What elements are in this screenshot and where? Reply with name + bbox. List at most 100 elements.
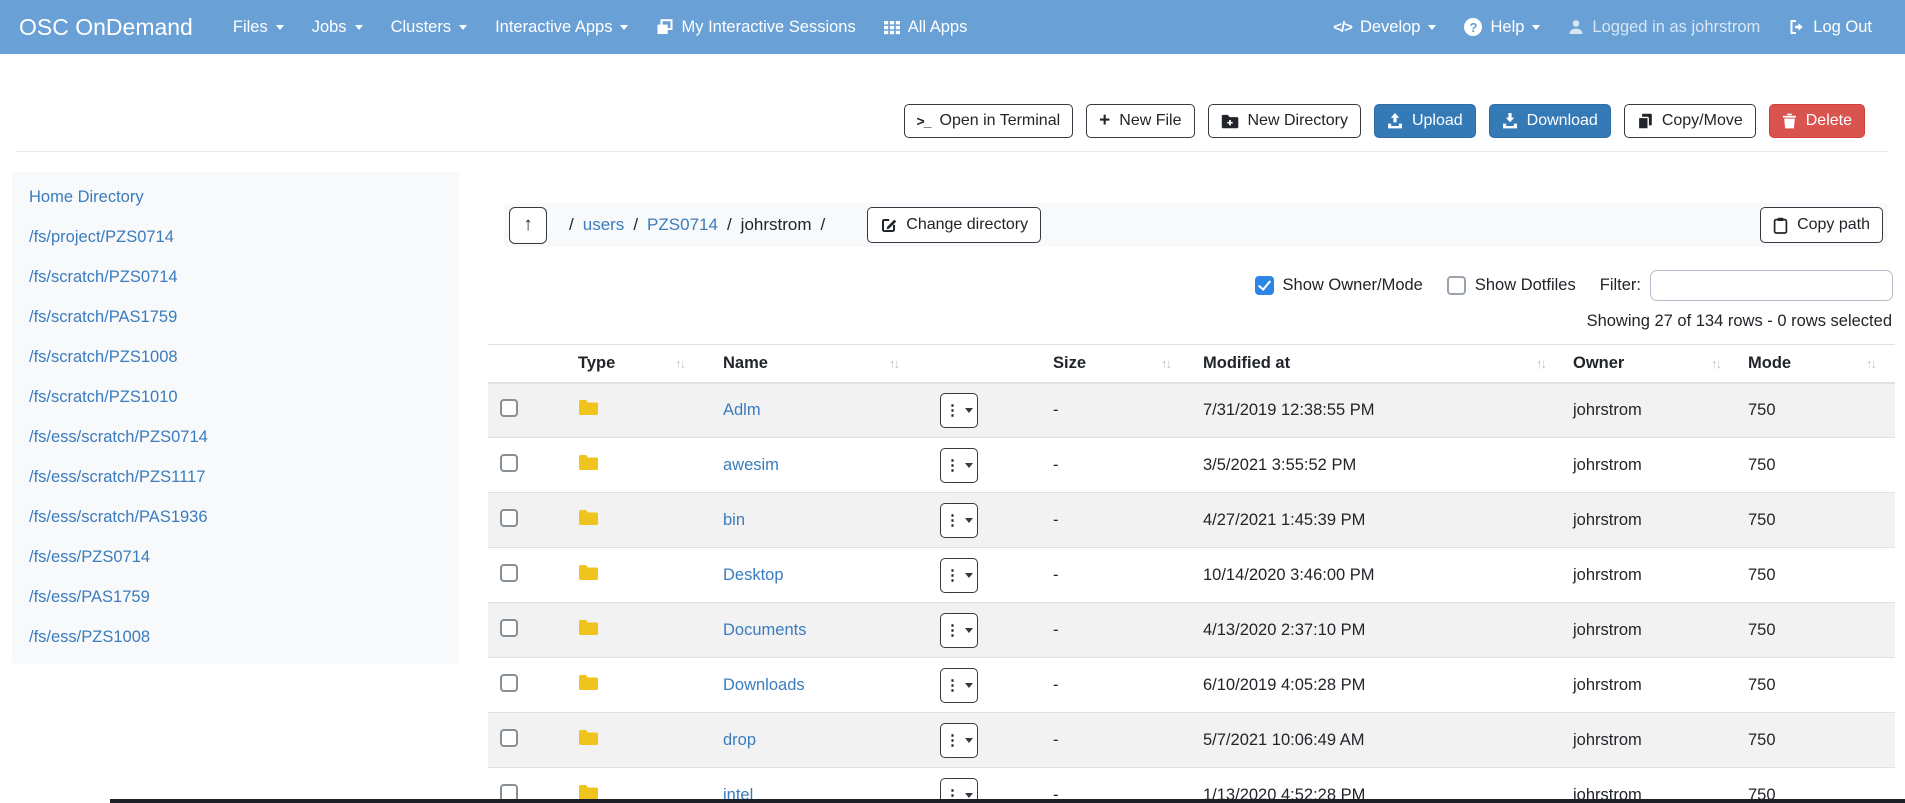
row-actions-menu-button[interactable]: ⋮ bbox=[940, 503, 978, 538]
table-row[interactable]: intel ⋮ - 1/13/2020 4:52:28 PM johrstrom… bbox=[488, 768, 1895, 803]
new-directory-button[interactable]: New Directory bbox=[1208, 104, 1361, 138]
row-checkbox[interactable] bbox=[500, 729, 518, 747]
row-checkbox[interactable] bbox=[500, 399, 518, 417]
table-row[interactable]: awesim ⋮ - 3/5/2021 3:55:52 PM johrstrom… bbox=[488, 438, 1895, 493]
sidebar-item-fs-ess-pzs1008[interactable]: /fs/ess/PZS1008 bbox=[12, 618, 459, 658]
file-mode: 750 bbox=[1740, 493, 1895, 548]
nav-my-interactive-sessions[interactable]: My Interactive Sessions bbox=[642, 10, 869, 45]
breadcrumb-link-users[interactable]: users bbox=[583, 215, 625, 235]
show-dotfiles-checkbox[interactable] bbox=[1447, 276, 1466, 295]
row-actions-menu-button[interactable]: ⋮ bbox=[940, 558, 978, 593]
delete-button[interactable]: Delete bbox=[1769, 104, 1865, 138]
file-name-link[interactable]: drop bbox=[723, 731, 756, 749]
copy-path-button[interactable]: Copy path bbox=[1760, 207, 1883, 243]
nav-log-out[interactable]: Log Out bbox=[1774, 10, 1886, 45]
file-name-link[interactable]: awesim bbox=[723, 456, 779, 474]
sort-icon: ↑↓ bbox=[889, 356, 898, 371]
caret-down-icon bbox=[355, 25, 363, 34]
column-header-modified-at[interactable]: Modified at↑↓ bbox=[1195, 345, 1565, 383]
table-row[interactable]: Documents ⋮ - 4/13/2020 2:37:10 PM johrs… bbox=[488, 603, 1895, 658]
sidebar-item-fs-scratch-pzs0714[interactable]: /fs/scratch/PZS0714 bbox=[12, 258, 459, 298]
file-name-link[interactable]: Downloads bbox=[723, 676, 805, 694]
file-name-link[interactable]: Documents bbox=[723, 621, 806, 639]
sidebar-item-fs-ess-scratch-pzs1117[interactable]: /fs/ess/scratch/PZS1117 bbox=[12, 458, 459, 498]
go-up-directory-button[interactable]: ↑ bbox=[509, 207, 547, 244]
file-modified: 1/13/2020 4:52:28 PM bbox=[1195, 768, 1565, 803]
change-directory-button[interactable]: Change directory bbox=[867, 207, 1041, 243]
sidebar-item-fs-ess-pzs0714[interactable]: /fs/ess/PZS0714 bbox=[12, 538, 459, 578]
toolbar-divider bbox=[16, 151, 1889, 152]
row-checkbox[interactable] bbox=[500, 619, 518, 637]
copy-move-button[interactable]: Copy/Move bbox=[1624, 104, 1756, 138]
brand-osc-ondemand[interactable]: OSC OnDemand bbox=[19, 14, 193, 41]
kebab-icon: ⋮ bbox=[945, 678, 960, 693]
nav-menu-jobs[interactable]: Jobs bbox=[298, 10, 377, 45]
sort-icon: ↑↓ bbox=[1536, 356, 1545, 371]
question-circle-icon: ? bbox=[1464, 18, 1482, 36]
column-header-owner[interactable]: Owner↑↓ bbox=[1565, 345, 1740, 383]
download-button[interactable]: Download bbox=[1489, 104, 1611, 138]
file-size: - bbox=[1035, 438, 1195, 493]
column-header-type[interactable]: Type↑↓ bbox=[540, 345, 690, 383]
file-name-link[interactable]: bin bbox=[723, 511, 745, 529]
nav-menu-help[interactable]: ? Help bbox=[1450, 10, 1554, 45]
kebab-icon: ⋮ bbox=[945, 403, 960, 418]
row-actions-menu-button[interactable]: ⋮ bbox=[940, 393, 978, 428]
row-actions-menu-button[interactable]: ⋮ bbox=[940, 448, 978, 483]
column-header-mode[interactable]: Mode↑↓ bbox=[1740, 345, 1895, 383]
download-icon bbox=[1502, 113, 1518, 129]
column-header-size[interactable]: Size↑↓ bbox=[1035, 345, 1195, 383]
show-owner-mode-checkbox[interactable] bbox=[1255, 276, 1274, 295]
logged-in-user: Logged in as johrstrom bbox=[1554, 10, 1774, 45]
file-mode: 750 bbox=[1740, 603, 1895, 658]
apps-grid-icon bbox=[884, 20, 900, 35]
table-row[interactable]: Adlm ⋮ - 7/31/2019 12:38:55 PM johrstrom… bbox=[488, 383, 1895, 438]
filter-input[interactable] bbox=[1650, 270, 1893, 301]
row-actions-menu-button[interactable]: ⋮ bbox=[940, 668, 978, 703]
show-owner-mode-toggle[interactable]: Show Owner/Mode bbox=[1255, 276, 1423, 295]
caret-down-icon bbox=[1428, 25, 1436, 34]
table-row[interactable]: bin ⋮ - 4/27/2021 1:45:39 PM johrstrom 7… bbox=[488, 493, 1895, 548]
sidebar-item-fs-scratch-pas1759[interactable]: /fs/scratch/PAS1759 bbox=[12, 298, 459, 338]
row-checkbox[interactable] bbox=[500, 564, 518, 582]
sidebar-item-fs-ess-scratch-pzs0714[interactable]: /fs/ess/scratch/PZS0714 bbox=[12, 418, 459, 458]
breadcrumb-current-directory: johrstrom bbox=[741, 215, 812, 235]
breadcrumb-link-pzs0714[interactable]: PZS0714 bbox=[647, 215, 718, 235]
row-checkbox[interactable] bbox=[500, 674, 518, 692]
select-all-header bbox=[488, 345, 540, 383]
sidebar-item-fs-scratch-pzs1008[interactable]: /fs/scratch/PZS1008 bbox=[12, 338, 459, 378]
file-modified: 10/14/2020 3:46:00 PM bbox=[1195, 548, 1565, 603]
sidebar-item-fs-ess-scratch-pas1936[interactable]: /fs/ess/scratch/PAS1936 bbox=[12, 498, 459, 538]
file-name-link[interactable]: Desktop bbox=[723, 566, 784, 584]
nav-menu-clusters[interactable]: Clusters bbox=[377, 10, 482, 45]
nav-menu-develop[interactable]: </> Develop bbox=[1319, 10, 1450, 45]
nav-all-apps[interactable]: All Apps bbox=[870, 10, 982, 45]
open-in-terminal-button[interactable]: >_ Open in Terminal bbox=[904, 104, 1074, 138]
file-name-link[interactable]: Adlm bbox=[723, 401, 761, 419]
file-owner: johrstrom bbox=[1565, 713, 1740, 768]
file-mode: 750 bbox=[1740, 713, 1895, 768]
show-dotfiles-toggle[interactable]: Show Dotfiles bbox=[1447, 276, 1576, 295]
row-actions-menu-button[interactable]: ⋮ bbox=[940, 613, 978, 648]
file-mode: 750 bbox=[1740, 438, 1895, 493]
row-checkbox[interactable] bbox=[500, 509, 518, 527]
row-actions-menu-button[interactable]: ⋮ bbox=[940, 723, 978, 758]
sidebar-item-fs-scratch-pzs1010[interactable]: /fs/scratch/PZS1010 bbox=[12, 378, 459, 418]
caret-down-icon bbox=[965, 683, 973, 692]
table-row[interactable]: Downloads ⋮ - 6/10/2019 4:05:28 PM johrs… bbox=[488, 658, 1895, 713]
upload-button[interactable]: Upload bbox=[1374, 104, 1476, 138]
column-header-name[interactable]: Name↑↓ bbox=[690, 345, 940, 383]
table-row[interactable]: drop ⋮ - 5/7/2021 10:06:49 AM johrstrom … bbox=[488, 713, 1895, 768]
row-checkbox[interactable] bbox=[500, 454, 518, 472]
table-row[interactable]: Desktop ⋮ - 10/14/2020 3:46:00 PM johrst… bbox=[488, 548, 1895, 603]
nav-menu-interactive-apps[interactable]: Interactive Apps bbox=[481, 10, 642, 45]
sidebar-item-fs-project-pzs0714[interactable]: /fs/project/PZS0714 bbox=[12, 218, 459, 258]
sidebar-item-fs-ess-pas1759[interactable]: /fs/ess/PAS1759 bbox=[12, 578, 459, 618]
user-icon bbox=[1568, 19, 1584, 35]
nav-menu-files[interactable]: Files bbox=[219, 10, 298, 45]
sort-icon: ↑↓ bbox=[675, 356, 684, 371]
sort-icon: ↑↓ bbox=[1866, 356, 1875, 371]
caret-down-icon bbox=[276, 25, 284, 34]
new-file-button[interactable]: + New File bbox=[1086, 104, 1194, 138]
sidebar-item-home-directory[interactable]: Home Directory bbox=[12, 178, 459, 218]
